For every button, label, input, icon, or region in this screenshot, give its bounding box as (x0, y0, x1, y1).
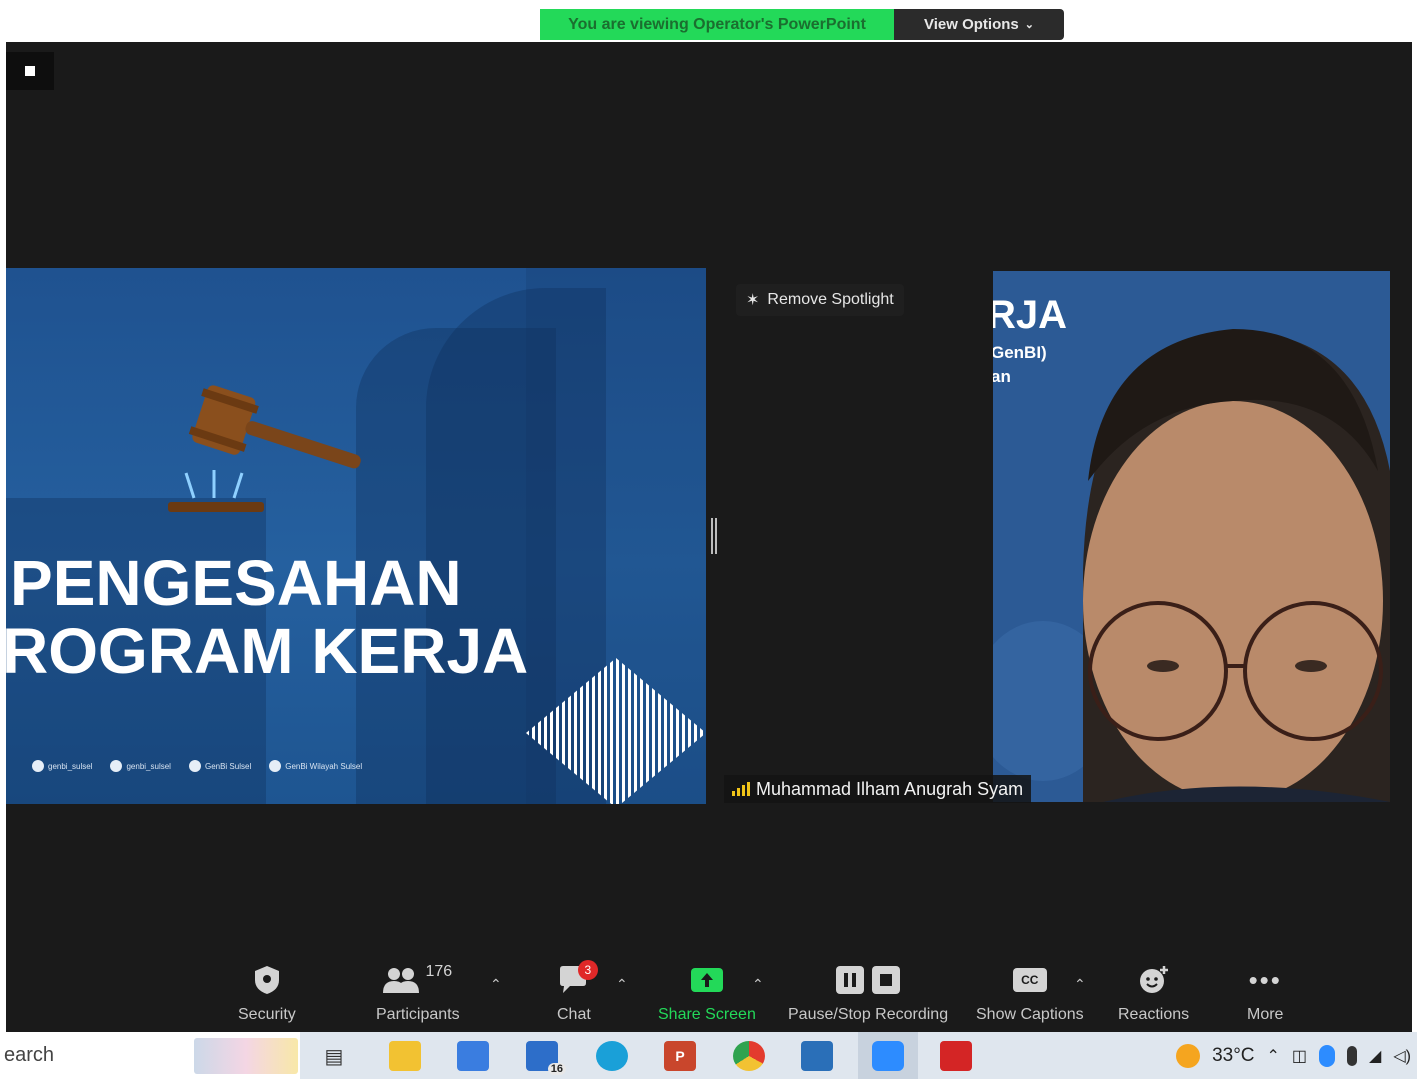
zoom-app-icon[interactable] (858, 1032, 918, 1079)
chat-caret-icon[interactable]: ⌃ (616, 976, 628, 993)
split-divider-handle[interactable] (711, 518, 717, 554)
windows-taskbar: earch ▤ 16 P 33°C ⌃ ◫ ◢ ◁) (0, 1032, 1417, 1079)
participant-name-label: Muhammad Ilham Anugrah Syam (724, 775, 1032, 803)
system-tray: 33°C ⌃ ◫ ◢ ◁) (1176, 1032, 1417, 1079)
security-button[interactable]: Security (238, 962, 296, 1024)
participants-label: Participants (376, 1006, 460, 1023)
participants-caret-icon[interactable]: ⌃ (490, 976, 502, 993)
chrome-icon[interactable] (733, 1041, 765, 1071)
top-banner-bar: You are viewing Operator's PowerPoint Vi… (0, 0, 1417, 42)
share-screen-label: Share Screen (658, 1006, 756, 1023)
ellipsis-icon: ••• (1248, 965, 1282, 995)
meet-now-icon[interactable]: ◫ (1292, 1046, 1307, 1066)
recording-label: Pause/Stop Recording (788, 1006, 949, 1023)
participants-button[interactable]: 176 Participants (376, 962, 460, 1024)
task-view-icon[interactable]: ▤ (318, 1041, 350, 1071)
chat-badge: 3 (577, 960, 598, 980)
mail-icon[interactable]: 16 (526, 1041, 566, 1075)
facebook-icon (188, 760, 201, 772)
striped-diamond-decoration (526, 658, 706, 804)
slide-title-line2: ROGRAM KERJA (6, 615, 529, 687)
stop-share-button[interactable] (6, 52, 54, 90)
share-screen-caret-icon[interactable]: ⌃ (752, 976, 764, 993)
social-item: genbi_sulsel (32, 760, 92, 772)
taskbar-search-box[interactable]: earch (0, 1032, 300, 1079)
participant-face (993, 329, 1390, 802)
signal-strength-icon (732, 782, 750, 796)
remove-spotlight-label: Remove Spotlight (767, 291, 894, 308)
slide-social-links: genbi_sulsel genbi_sulsel GenBi Sulsel G… (32, 760, 362, 772)
microphone-icon[interactable] (1347, 1045, 1358, 1066)
show-captions-button[interactable]: CC Show Captions (976, 962, 1084, 1024)
social-item: genbi_sulsel (110, 760, 171, 772)
instagram-icon (32, 760, 44, 772)
more-button[interactable]: ••• More (1247, 962, 1283, 1024)
remove-spotlight-button[interactable]: ✶ Remove Spotlight (736, 284, 904, 316)
pause-stop-recording-button[interactable]: Pause/Stop Recording (788, 962, 948, 1024)
reactions-label: Reactions (1118, 1006, 1190, 1023)
shared-slide: PENGESAHAN ROGRAM KERJA genbi_sulsel gen… (6, 268, 706, 804)
gavel-icon (168, 385, 361, 512)
participant-video: RJA GenBI) an (993, 271, 1390, 802)
slide-title-line1: PENGESAHAN (10, 547, 462, 619)
bluetooth-icon[interactable] (1319, 1044, 1336, 1067)
view-options-label: View Options (924, 16, 1019, 33)
acrobat-icon[interactable] (940, 1041, 972, 1071)
weather-icon[interactable] (1176, 1043, 1201, 1068)
captions-icon: CC (1012, 968, 1047, 992)
temperature-text[interactable]: 33°C (1212, 1045, 1254, 1067)
stop-icon (25, 66, 35, 76)
mail-badge: 16 (547, 1063, 566, 1075)
security-label: Security (238, 1006, 296, 1023)
stop-recording-icon (872, 966, 901, 994)
file-explorer-icon[interactable] (389, 1041, 421, 1071)
participant-name: Muhammad Ilham Anugrah Syam (756, 778, 1024, 799)
social-item: GenBi Wilayah Sulsel (269, 760, 362, 772)
chat-label: Chat (557, 1006, 591, 1023)
meeting-toolbar: Security 176 Participants ⌃ 3 Chat ⌃ Sha… (6, 954, 1412, 1032)
captions-caret-icon[interactable]: ⌃ (1074, 976, 1086, 993)
search-text: earch (4, 1044, 55, 1066)
chevron-up-icon[interactable]: ⌃ (1267, 1046, 1280, 1066)
edge-browser-icon[interactable] (596, 1041, 628, 1071)
participants-count: 176 (425, 963, 453, 980)
viewing-banner: You are viewing Operator's PowerPoint (540, 9, 894, 40)
more-label: More (1247, 1006, 1284, 1023)
reactions-button[interactable]: Reactions (1118, 962, 1189, 1024)
chat-button[interactable]: 3 Chat (557, 960, 598, 1024)
view-options-button[interactable]: View Options ⌄ (894, 9, 1064, 40)
share-screen-icon (690, 968, 723, 992)
network-icon[interactable]: ◢ (1369, 1046, 1381, 1066)
captions-label: Show Captions (976, 1006, 1084, 1023)
reactions-icon (1139, 966, 1168, 993)
chevron-down-icon: ⌄ (1024, 19, 1034, 31)
microsoft-store-icon[interactable] (457, 1041, 489, 1071)
photos-icon[interactable] (801, 1041, 833, 1071)
shield-icon (254, 962, 280, 998)
youtube-icon (269, 760, 282, 772)
social-item: GenBi Sulsel (188, 760, 251, 772)
pause-icon (836, 966, 865, 994)
powerpoint-icon[interactable]: P (664, 1041, 696, 1071)
twitter-icon (110, 760, 123, 772)
participants-icon (383, 968, 420, 993)
pin-icon: ✶ (746, 292, 760, 309)
share-screen-button[interactable]: Share Screen (658, 962, 756, 1024)
search-highlight-image (194, 1038, 298, 1074)
volume-icon[interactable]: ◁) (1393, 1046, 1411, 1066)
meeting-area: PENGESAHAN ROGRAM KERJA genbi_sulsel gen… (6, 42, 1412, 1032)
